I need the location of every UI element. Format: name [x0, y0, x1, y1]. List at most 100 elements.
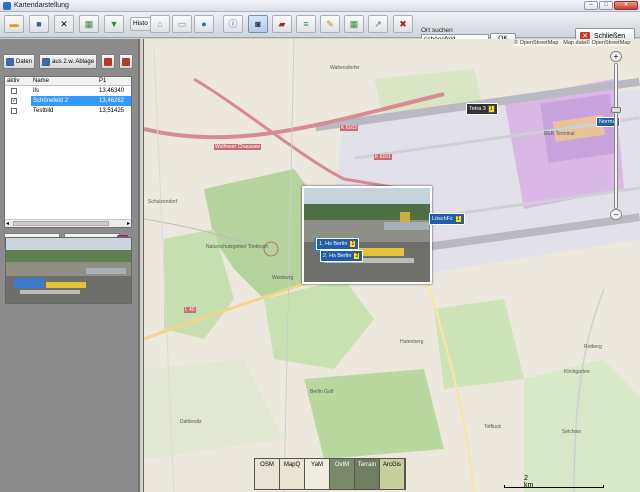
daten-button[interactable]: Daten: [3, 54, 36, 69]
list-item[interactable]: Ils 13,46340: [5, 86, 131, 96]
nav-home-button[interactable]: ⌂: [150, 15, 170, 33]
map-label-totfluck: Totfluck: [484, 424, 501, 430]
flag-icon: ▰: [278, 18, 286, 29]
tools-button[interactable]: ✕: [54, 15, 74, 33]
ablage-button[interactable]: aus 2.w. Ablage: [39, 54, 98, 69]
layer-osm[interactable]: OSM: [255, 459, 280, 489]
active-checkbox[interactable]: [11, 88, 17, 94]
vehicle-button[interactable]: ▭: [172, 15, 192, 33]
zoom-slider-knob[interactable]: [611, 107, 621, 113]
map-label-kirchgarten: Kirchgarten: [564, 369, 590, 375]
list-header: aktiv Name P1: [5, 77, 131, 86]
layer-icon: ≡: [303, 18, 309, 29]
layer-ovim[interactable]: OvIM: [330, 459, 355, 489]
maximize-button[interactable]: □: [599, 1, 613, 10]
marker-hs2-count: 2: [353, 252, 361, 260]
archive-icon: [42, 57, 51, 66]
layer-arcgis-label: ArcGis: [383, 462, 401, 468]
marker-hs1[interactable]: 1. Hs Berlin 1: [316, 238, 360, 250]
folder-open-button[interactable]: ▬: [4, 15, 24, 33]
item-p1: 13,46340: [99, 88, 125, 94]
map-label-ber: BER Terminal: [544, 131, 575, 137]
item-name: Testbild: [33, 108, 54, 114]
folder-icon: ▬: [9, 18, 19, 29]
minimize-button[interactable]: –: [584, 1, 598, 10]
map-label-l40: L 40: [184, 307, 196, 313]
marker-hs2[interactable]: 2. Hs Berlin 2: [320, 250, 364, 262]
layer-mapq[interactable]: MapQ: [280, 459, 305, 489]
item-p1: 13,51425: [99, 108, 125, 114]
camera-button[interactable]: ◙: [248, 15, 268, 33]
marker-tetra-count: 1: [487, 105, 495, 113]
item-p1: 13,46262: [97, 96, 131, 106]
window-controls: – □ ✕: [584, 1, 638, 10]
list-item[interactable]: ✓ Schönefeld 2 13,46262: [5, 96, 131, 106]
globe-icon: ●: [201, 18, 207, 29]
marker-hs1-label: 1. Hs Berlin: [319, 241, 348, 247]
map-label-rotberg: Rotberg: [584, 344, 602, 350]
marker-tetra-label: Tetra 3: [469, 106, 486, 112]
map-label-schulzendorf: Schulzendorf: [148, 199, 178, 205]
tools-icon: ✕: [60, 18, 68, 29]
marker-loesch-label: LöschFz: [432, 216, 453, 222]
layer-yam[interactable]: YaM: [305, 459, 330, 489]
list-item[interactable]: Testbild 13,51425: [5, 106, 131, 116]
flag-button[interactable]: ▰: [272, 15, 292, 33]
scroll-left-icon[interactable]: ◂: [6, 220, 9, 227]
marker-loesch[interactable]: LöschFz 1: [429, 213, 465, 225]
marker-hs2-label: 2. Hs Berlin: [323, 253, 352, 259]
export-button[interactable]: ▦: [79, 15, 99, 33]
info-button[interactable]: ⓘ: [223, 15, 243, 33]
active-checkbox[interactable]: ✓: [11, 98, 17, 104]
zoom-slider-track[interactable]: [614, 63, 618, 209]
map-label-k6161: K 6161: [374, 154, 392, 160]
app-icon: [3, 1, 11, 10]
grid-button[interactable]: ▦: [344, 15, 364, 33]
zoom-out-button[interactable]: –: [610, 209, 622, 220]
image-list: aktiv Name P1 Ils 13,46340 ✓ Schönefeld …: [4, 76, 132, 228]
aerial-thumbnail[interactable]: [5, 237, 132, 304]
map-label-waltersdorfer: Waltersdorfer: [330, 65, 360, 71]
map-view[interactable]: © OpenStreetMap · Map data © OpenStreetM…: [143, 39, 640, 492]
map-label-naturschutz: Naturschutzgebiet Tonbruch: [206, 244, 269, 250]
delete-button[interactable]: ✖: [393, 15, 413, 33]
home-icon: ⌂: [157, 18, 163, 29]
vehicle-icon: ▭: [177, 18, 187, 29]
list-scrollbar[interactable]: ◂ ▸: [5, 219, 131, 227]
zoom-control: + –: [610, 51, 622, 220]
column-p1[interactable]: P1: [97, 77, 131, 85]
scroll-right-icon[interactable]: ▸: [127, 220, 130, 227]
export-icon: ▦: [84, 18, 94, 29]
map-label-k6163: K 6163: [340, 125, 358, 131]
layer-arcgis[interactable]: ArcGis: [380, 459, 405, 489]
download-button[interactable]: ▼: [104, 15, 124, 33]
zoom-in-button[interactable]: +: [610, 51, 622, 62]
marker-tetra[interactable]: Tetra 3 1: [466, 103, 498, 115]
close-window-button[interactable]: ✕: [614, 1, 638, 10]
map-label-golf: Berlin Golf: [310, 389, 334, 395]
scroll-thumb[interactable]: [13, 221, 109, 226]
search-label: Ort suchen: [421, 27, 453, 34]
layer-ovim-label: OvIM: [334, 462, 350, 468]
measure-button[interactable]: ↗: [368, 15, 388, 33]
layer-button[interactable]: ≡: [296, 15, 316, 33]
remove-button[interactable]: [101, 54, 116, 69]
save-map-button[interactable]: ■: [29, 15, 49, 33]
draw-button[interactable]: ✎: [320, 15, 340, 33]
globe-button[interactable]: ●: [194, 15, 214, 33]
map-label-hutenberg: Hutenberg: [400, 339, 424, 345]
column-name[interactable]: Name: [31, 77, 97, 85]
delete-entry-button[interactable]: [119, 54, 134, 69]
camera-icon: ◙: [255, 18, 261, 29]
column-aktiv[interactable]: aktiv: [5, 77, 31, 85]
layer-terrain[interactable]: Terrain: [355, 459, 380, 489]
active-checkbox[interactable]: [11, 108, 17, 114]
layer-selector: OSM MapQ YaM OvIM Terrain ArcGis: [254, 458, 406, 490]
window-title: Kartendarstellung: [14, 2, 69, 9]
aerial-photo-popup[interactable]: 1. Hs Berlin 1 2. Hs Berlin 2: [302, 186, 432, 284]
left-panel: Daten aus 2.w. Ablage aktiv Name P1 Ils …: [0, 39, 140, 492]
history-button[interactable]: Histo: [130, 17, 151, 31]
map-label-wolfsmenzel: Wolfmeer Chaussee: [214, 144, 262, 150]
aerial-photo-image: [304, 188, 430, 282]
disk-icon: ■: [36, 18, 42, 29]
